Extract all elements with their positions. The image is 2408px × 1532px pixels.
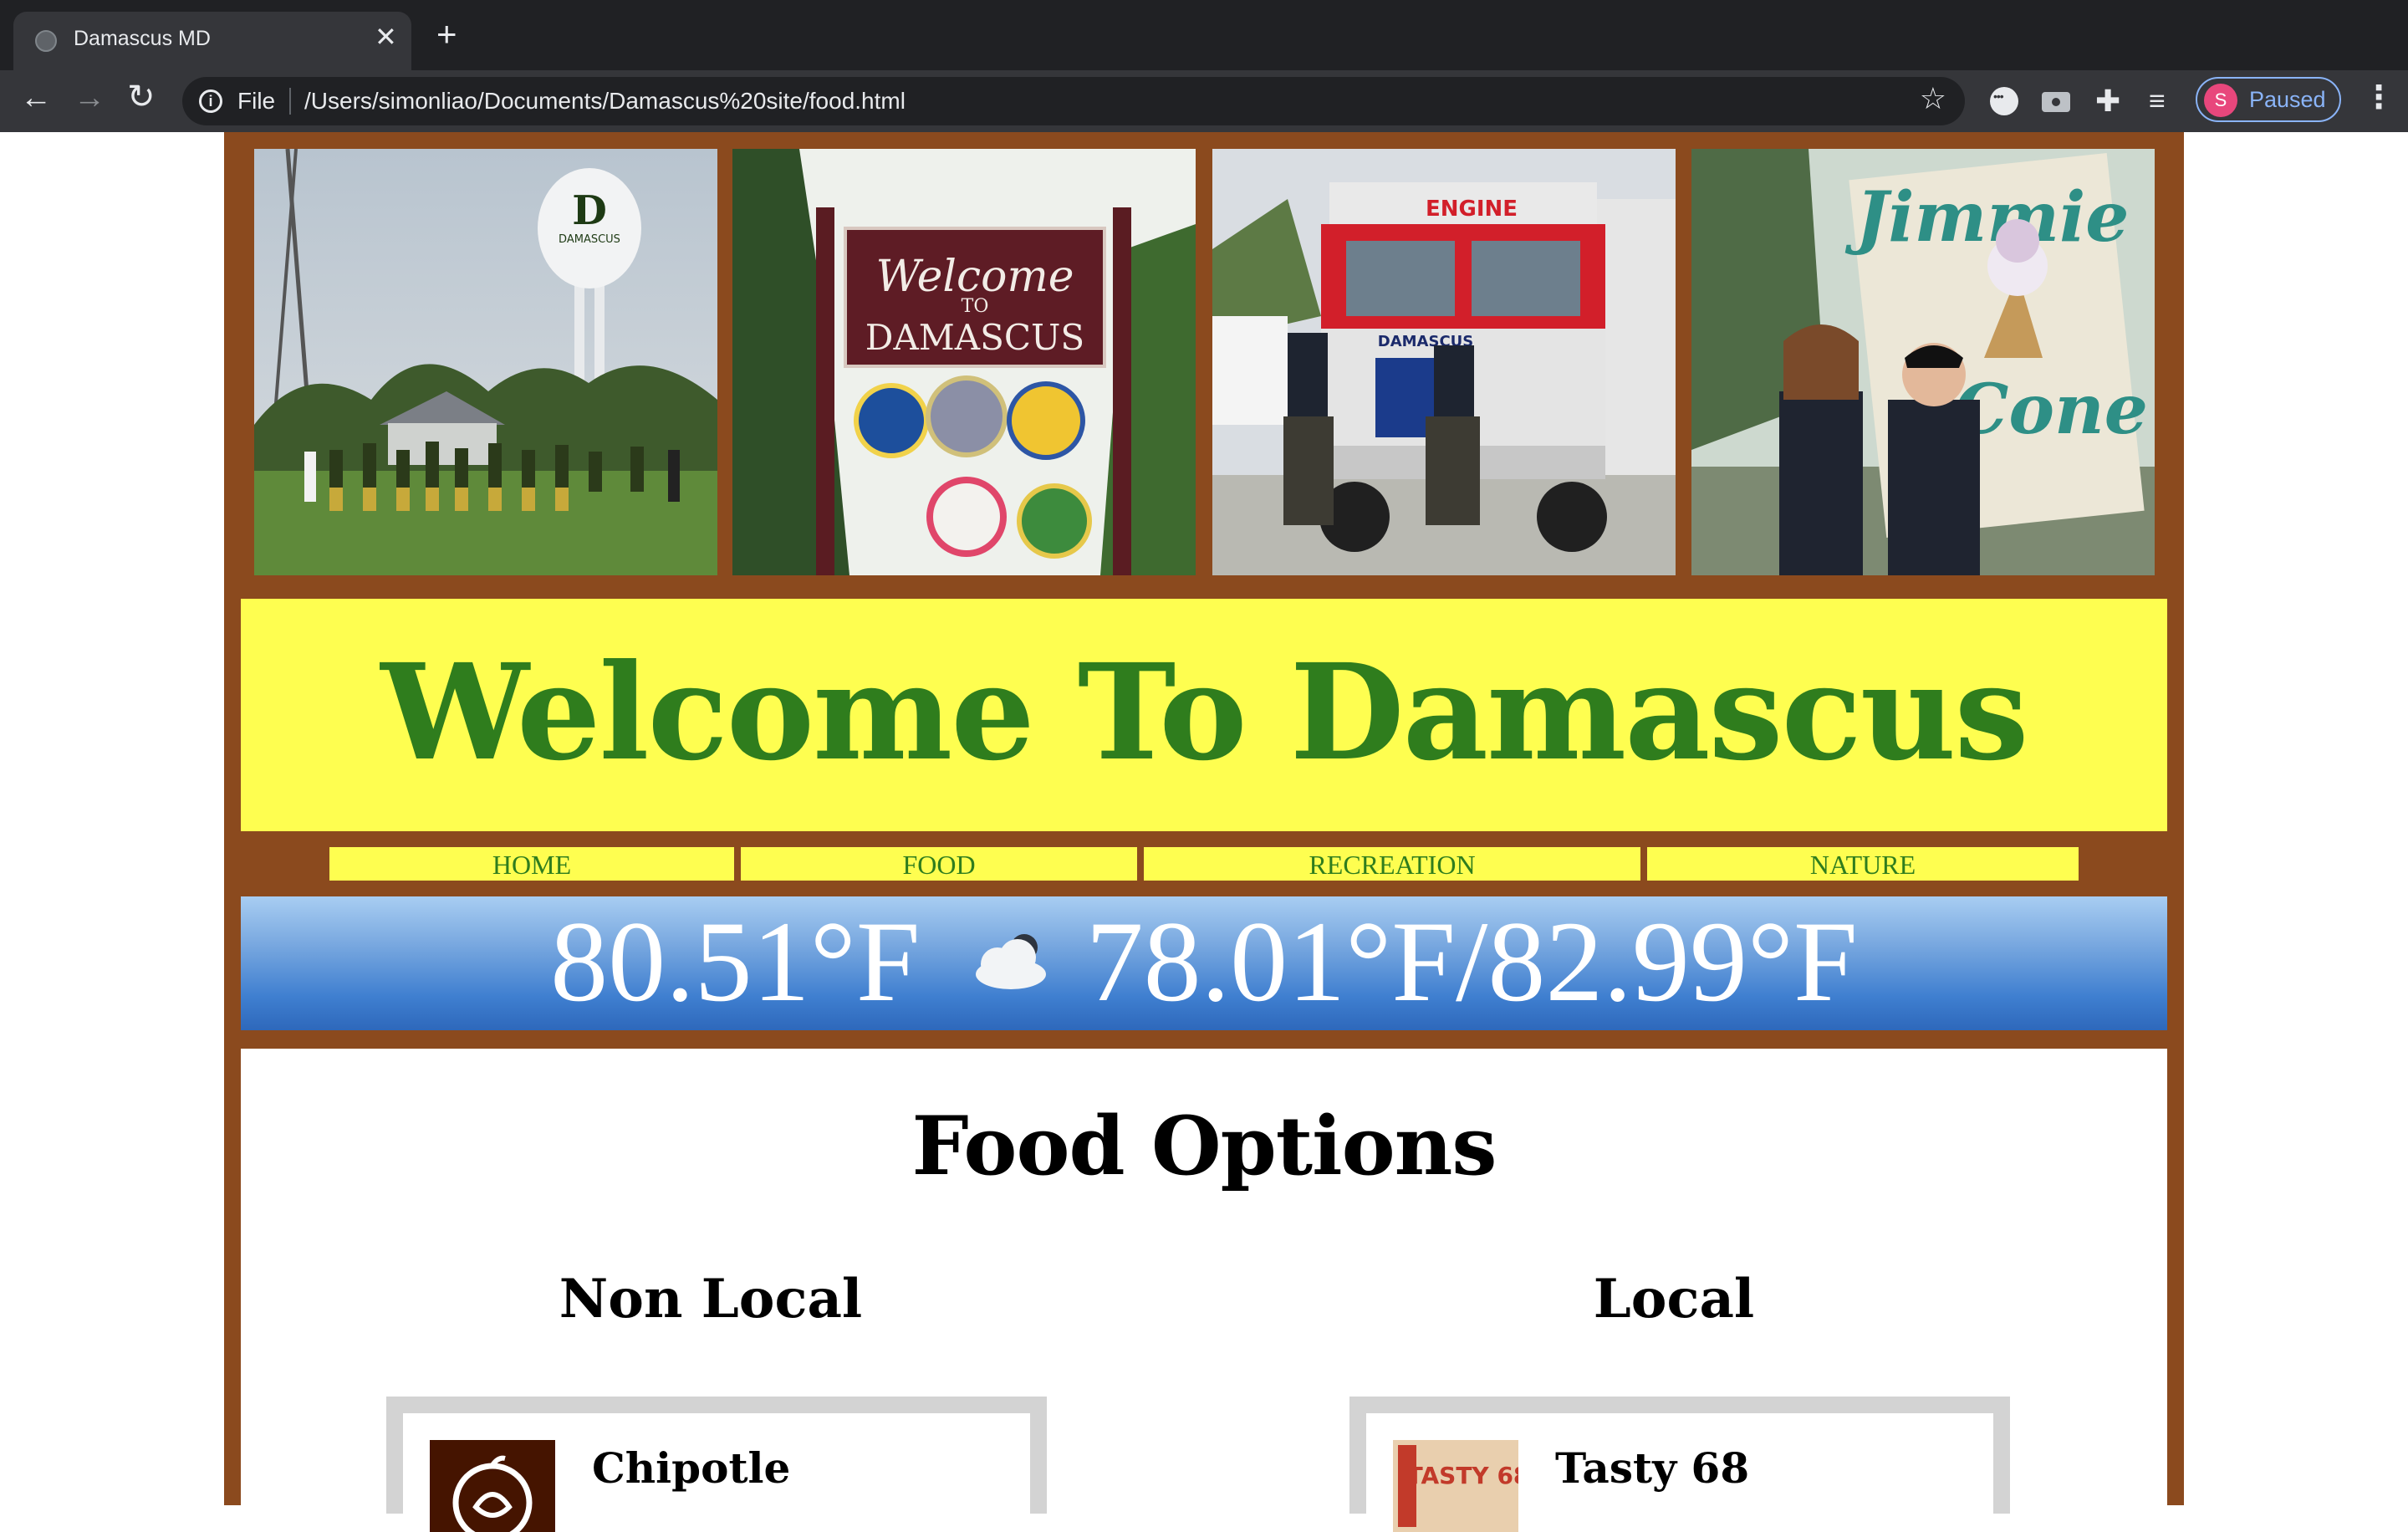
- tab-title: Damascus MD: [74, 27, 211, 50]
- current-temperature: 80.51°F: [550, 897, 921, 1025]
- avatar: S: [2204, 84, 2237, 117]
- site-nav: HOME FOOD RECREATION NATURE: [224, 847, 2184, 881]
- extensions-puzzle-icon[interactable]: ✚: [2095, 86, 2124, 116]
- browser-tab[interactable]: Damascus MD ✕: [13, 12, 411, 70]
- reload-icon[interactable]: ↻: [127, 80, 156, 114]
- sign-line2: TO: [962, 296, 989, 317]
- photo-welcome-sign: Welcome TO DAMASCUS: [732, 149, 1196, 575]
- site-title: Welcome To Damascus: [380, 636, 2028, 790]
- tab-strip: Damascus MD ✕ +: [0, 0, 2408, 70]
- tower-letter: D: [572, 187, 607, 234]
- back-arrow-icon[interactable]: ←: [20, 82, 52, 114]
- nav-food[interactable]: FOOD: [741, 847, 1137, 881]
- sign-jimmie: Jimmie: [1845, 177, 2130, 258]
- browser-toolbar: ← → ↻ i File /Users/simonliao/Documents/…: [0, 70, 2408, 132]
- photo-ice-cream-stand: Jimmie Cone: [1691, 149, 2155, 575]
- tower-text: DAMASCUS: [559, 233, 620, 246]
- weather-bar: 80.51°F 78.01°F/82.99°F: [241, 896, 2167, 1030]
- close-tab-icon[interactable]: ✕: [375, 23, 397, 50]
- tasty68-logo-text: TASTY 68: [1407, 1462, 1518, 1489]
- nav-nature[interactable]: NATURE: [1647, 847, 2079, 881]
- nav-home[interactable]: HOME: [329, 847, 734, 881]
- sign-line3: DAMASCUS: [865, 317, 1084, 358]
- page-frame: D DAMASCUS Welcome TO DAMASCUS ENGINE DA…: [224, 132, 2184, 1532]
- sign-line1: Welcome: [875, 252, 1074, 302]
- site-banner: Welcome To Damascus: [241, 599, 2167, 831]
- engine-label: ENGINE: [1426, 197, 1518, 222]
- main-content: Food Options Non Local Local Chipotle TA…: [241, 1049, 2167, 1532]
- info-icon[interactable]: i: [199, 89, 222, 113]
- page-heading: Food Options: [911, 1099, 1497, 1193]
- temperature-range: 78.01°F/82.99°F: [1085, 897, 1858, 1025]
- sign-cone: Cone: [1954, 370, 2148, 450]
- bookmark-star-icon[interactable]: ☆: [1920, 84, 1946, 114]
- media-queue-icon[interactable]: ≡: [2149, 87, 2177, 115]
- restaurant-card-tasty68[interactable]: TASTY 68 Tasty 68: [1349, 1397, 2010, 1532]
- chipotle-logo: [430, 1440, 555, 1532]
- address-bar[interactable]: i File /Users/simonliao/Documents/Damasc…: [182, 77, 1965, 125]
- menu-kebab-icon[interactable]: ⋮: [2363, 82, 2395, 114]
- extension-dots-icon[interactable]: [1990, 87, 2018, 115]
- photo-water-tower: D DAMASCUS: [254, 149, 717, 575]
- forward-arrow-icon[interactable]: →: [74, 82, 105, 114]
- url-scheme-label: File: [237, 88, 276, 114]
- restaurant-name[interactable]: Tasty 68: [1555, 1443, 1749, 1493]
- photo-fire-engine: ENGINE DAMASCUS: [1212, 149, 1676, 575]
- cloud-icon: [967, 932, 1054, 991]
- profile-status: Paused: [2249, 87, 2326, 112]
- camera-icon[interactable]: [2042, 87, 2070, 115]
- nav-recreation[interactable]: RECREATION: [1144, 847, 1640, 881]
- local-heading: Local: [1593, 1268, 1755, 1330]
- restaurant-name[interactable]: Chipotle: [592, 1443, 790, 1493]
- new-tab-button[interactable]: +: [436, 17, 457, 52]
- globe-icon: [35, 30, 57, 52]
- non-local-heading: Non Local: [559, 1268, 863, 1330]
- omnibox-divider: [289, 88, 291, 115]
- tasty68-logo: TASTY 68: [1393, 1440, 1518, 1532]
- restaurant-card-chipotle[interactable]: Chipotle: [386, 1397, 1047, 1532]
- profile-button[interactable]: S Paused: [2196, 77, 2341, 122]
- url-text[interactable]: /Users/simonliao/Documents/Damascus%20si…: [304, 88, 906, 115]
